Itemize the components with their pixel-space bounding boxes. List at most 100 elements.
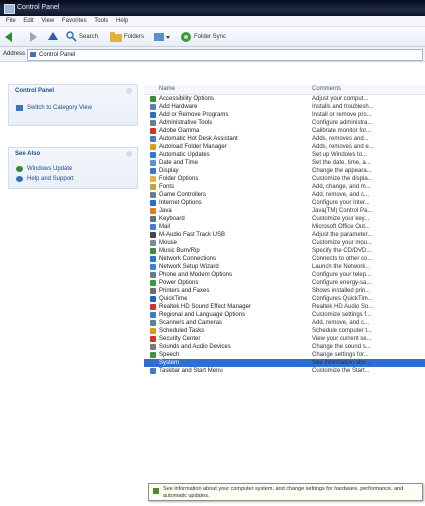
up-folder-icon [48,31,58,40]
menu-favorites[interactable]: Favorites [62,16,87,26]
item-comment: Shows installed prin... [312,288,371,294]
see-also-header[interactable]: See Also [9,148,137,160]
item-icon [150,160,156,166]
item-comment: Microsoft Office Out... [312,224,370,230]
forward-button[interactable] [30,30,37,43]
column-header-comments[interactable]: Comments [312,86,341,92]
list-item[interactable]: Speech Change settings for... [144,351,425,359]
list-item[interactable]: Printers and Faxes Shows installed prin..… [144,287,425,295]
item-name: Java [159,208,172,214]
item-name: Automatic Hot Desk Assistant [159,136,238,142]
list-item[interactable]: QuickTime Configures QuickTim... [144,295,425,303]
item-name: Security Center [159,336,201,342]
help-and-support-link[interactable]: Help and Support [9,174,137,184]
list-item[interactable]: Security Center View your current se... [144,335,425,343]
item-name: Sounds and Audio Devices [159,344,231,350]
list-item[interactable]: Scheduled Tasks Schedule computer t... [144,327,425,335]
column-header: Name Comments [144,85,425,95]
item-icon [150,232,156,238]
list-item[interactable]: Administrative Tools Configure administra… [144,119,425,127]
collapse-icon[interactable] [126,151,132,157]
item-comment: Customize the displa... [312,176,373,182]
item-comment: Launch the Network... [312,264,371,270]
item-icon [150,360,156,366]
list-item[interactable]: Adobe Gamma Calibrate monitor for... [144,127,425,135]
item-name: Administrative Tools [159,120,213,126]
list-item[interactable]: Add or Remove Programs Install or remove … [144,111,425,119]
see-also-header-label: See Also [15,151,41,157]
menu-view[interactable]: View [41,16,54,26]
list-item[interactable]: Date and Time Set the date, time, a... [144,159,425,167]
item-name: Date and Time [159,160,199,166]
item-comment: Configure your Inter... [312,200,370,206]
up-button[interactable] [48,30,58,43]
list-item[interactable]: Regional and Language Options Customize s… [144,311,425,319]
item-icon [150,120,156,126]
item-icon [150,296,156,302]
list-item[interactable]: Phone and Modem Options Configure your te… [144,271,425,279]
control-panel-header[interactable]: Control Panel [9,85,137,97]
list-item[interactable]: Sounds and Audio Devices Change the sound… [144,343,425,351]
address-field[interactable]: Control Panel [27,49,423,61]
folders-button[interactable]: Folders [110,30,144,43]
list-item[interactable]: Network Setup Wizard Launch the Network..… [144,263,425,271]
list-item[interactable]: Fonts Add, change, and m... [144,183,425,191]
views-button[interactable] [154,30,170,43]
folder-sync-button[interactable]: Folder Sync [180,30,226,43]
control-panel-icon [30,52,36,57]
list-item[interactable]: Automatic Updates Set up Windows to... [144,151,425,159]
item-comment: Adjust your comput... [312,96,369,102]
item-icon [150,280,156,286]
list-item[interactable]: Mail Microsoft Office Out... [144,223,425,231]
list-item[interactable]: Keyboard Customize your key... [144,215,425,223]
windows-update-link[interactable]: Windows Update [9,164,137,174]
views-icon [154,32,170,41]
list-item[interactable]: Folder Options Customize the displa... [144,175,425,183]
item-comment: Add, remove, and c... [312,192,370,198]
toolbar: Search Folders Folder Sync [0,27,425,47]
list-item[interactable]: Add Hardware Installs and troublesh... [144,103,425,111]
list-item[interactable]: Display Change the appeara... [144,167,425,175]
item-icon [150,352,156,358]
item-icon [150,200,156,206]
menu-bar: File Edit View Favorites Tools Help [0,16,425,27]
list-item[interactable]: Mouse Customize your mou... [144,239,425,247]
list-item[interactable]: Scanners and Cameras Add, remove, and c..… [144,319,425,327]
list-item[interactable]: Accessibility Options Adjust your comput.… [144,95,425,103]
menu-file[interactable]: File [6,16,16,26]
list-item[interactable]: Taskbar and Start Menu Customize the Star… [144,367,425,375]
item-icon [150,112,156,118]
see-also-box: See Also Windows Update Help and Support [8,147,138,189]
item-icon [150,184,156,190]
item-name: Fonts [159,184,175,190]
list-item[interactable]: Autoload Folder Manager Adds, removes and… [144,143,425,151]
list-item[interactable]: M-Audio Fast Track USB Adjust the paramet… [144,231,425,239]
menu-tools[interactable]: Tools [94,16,108,26]
search-label: Search [79,33,99,40]
item-icon [150,320,156,326]
list-item[interactable]: Realtek HD Sound Effect Manager Realtek H… [144,303,425,311]
list-item[interactable]: Internet Options Configure your Inter... [144,199,425,207]
item-comment: Adds, removes and... [312,136,369,142]
switch-to-category-view-link[interactable]: Switch to Category View [9,103,137,113]
list-item[interactable]: Music Burn/Rip Specify the CD/DVD... [144,247,425,255]
collapse-icon[interactable] [126,88,132,94]
list-item[interactable]: Java Java(TM) Control Pa... [144,207,425,215]
column-header-name[interactable]: Name [159,86,175,92]
menu-help[interactable]: Help [116,16,128,26]
list-item[interactable]: Automatic Hot Desk Assistant Adds, remove… [144,135,425,143]
item-icon [150,216,156,222]
item-icon [150,328,156,334]
search-button[interactable]: Search [66,30,98,43]
menu-edit[interactable]: Edit [23,16,33,26]
list-item[interactable]: Game Controllers Add, remove, and c... [144,191,425,199]
item-name: Internet Options [159,200,202,206]
item-icon [150,304,156,310]
title-bar: Control Panel [0,0,425,16]
back-button[interactable] [5,30,12,43]
list-item[interactable]: Power Options Configure energy-sa... [144,279,425,287]
list-item[interactable]: Network Connections Connects to other co.… [144,255,425,263]
list-item[interactable]: System See information abo... [144,359,425,367]
help-icon [16,176,23,182]
windows-update-label: Windows Update [27,166,73,172]
